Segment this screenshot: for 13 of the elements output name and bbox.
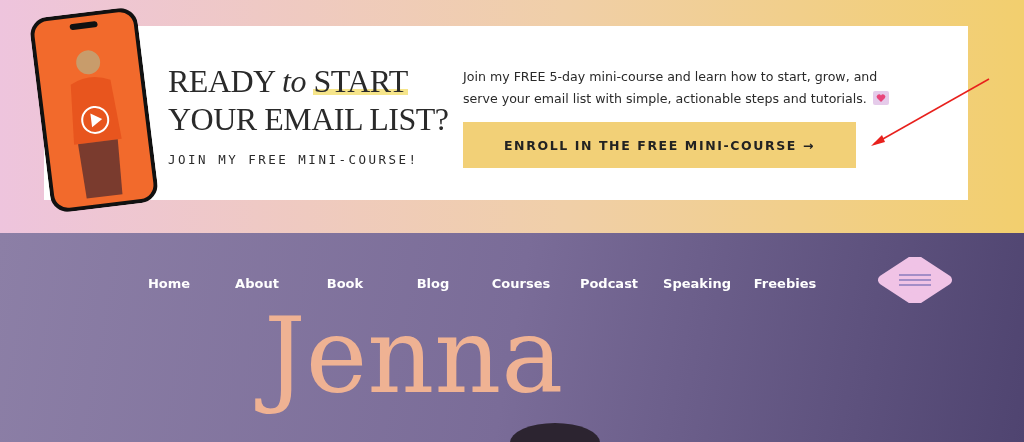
nav-link[interactable]: Freebies [741,275,829,291]
nav-link[interactable]: Courses [477,275,565,291]
nav-link[interactable]: About [213,275,301,291]
nav-link[interactable]: Home [125,275,213,291]
nav-link[interactable]: Blog [389,275,477,291]
headline: READY to START YOUR EMAIL LIST? [168,62,449,138]
hero-title: Jenna [250,293,564,419]
enroll-button[interactable]: ENROLL IN THE FREE MINI-COURSE → [463,122,856,168]
nav-link[interactable]: Book [301,275,389,291]
description: Join my FREE 5-day mini-course and learn how to start, grow, and serve your email list with simple, actionable steps and tutorials. [463,66,913,110]
nav-link[interactable]: Podcast [565,275,653,291]
nav-link[interactable]: Speaking [653,275,741,291]
subheading: JOIN MY FREE MINI-COURSE! [168,152,420,167]
